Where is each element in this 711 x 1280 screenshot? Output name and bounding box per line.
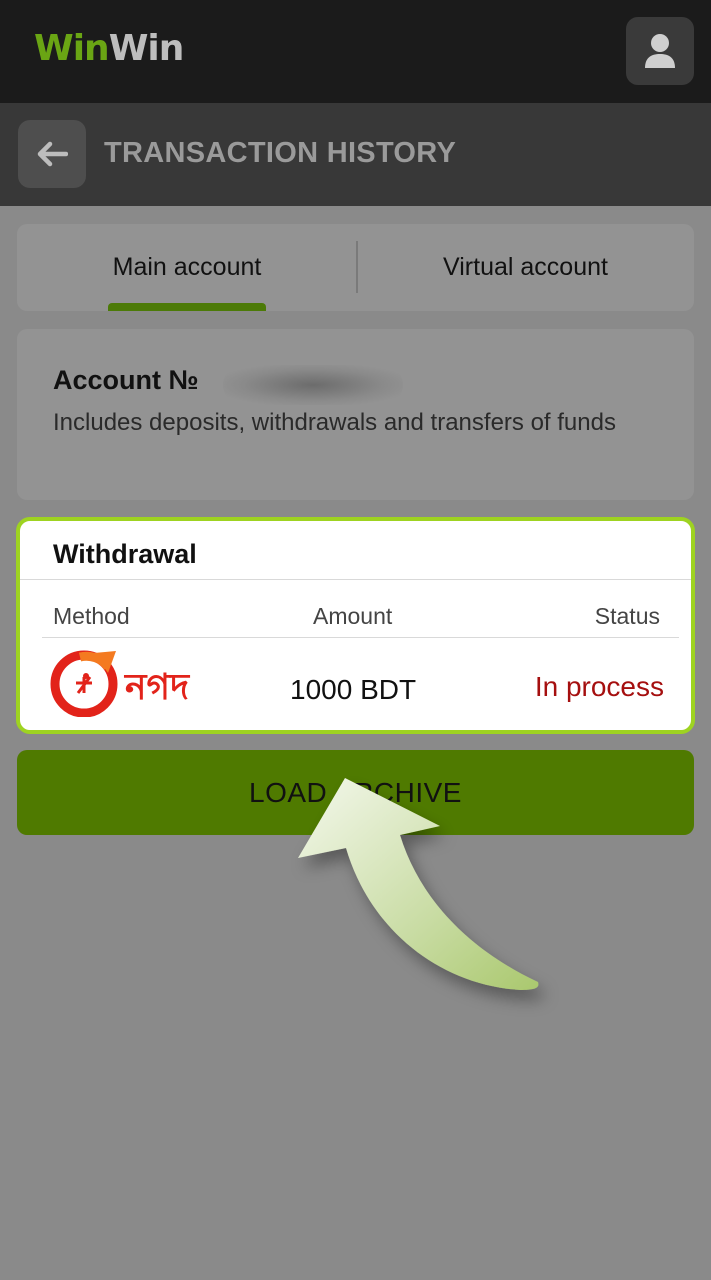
arrow-left-icon [37,141,68,167]
tab-main-account[interactable]: Main account [17,224,357,311]
user-icon [645,34,675,68]
account-description: Includes deposits, withdrawals and trans… [53,409,616,436]
nagad-logo-text: নগদ [123,667,190,708]
transaction-card[interactable]: Withdrawal Method Amount Status নগদ 1000… [16,517,695,734]
active-tab-indicator [108,303,266,311]
load-archive-button[interactable]: LOAD ARCHIVE [17,750,694,835]
logo-part-1: Win [34,28,110,69]
transaction-type: Withdrawal [53,539,197,569]
top-bar: WinWin [0,0,711,103]
nagad-logo: নগদ [50,650,190,717]
logo-part-2: Win [108,28,185,69]
divider [42,637,679,638]
account-number-redacted [223,365,403,405]
winwin-logo[interactable]: WinWin [34,28,185,69]
back-button[interactable] [18,120,86,188]
tab-virtual-account[interactable]: Virtual account [357,224,694,311]
account-info-card: Account № Includes deposits, withdrawals… [17,329,694,500]
profile-button[interactable] [626,17,694,85]
page-title: TRANSACTION HISTORY [104,137,457,169]
account-tabs: Main account Virtual account [17,224,694,311]
column-header-amount: Amount [313,603,393,629]
column-header-status: Status [594,603,660,629]
title-bar: TRANSACTION HISTORY [0,103,711,206]
divider [20,579,691,580]
status-badge: In process [534,671,664,702]
account-number-label: Account № [53,365,199,395]
column-header-method: Method [53,603,130,629]
transaction-amount: 1000 BDT [290,674,417,705]
